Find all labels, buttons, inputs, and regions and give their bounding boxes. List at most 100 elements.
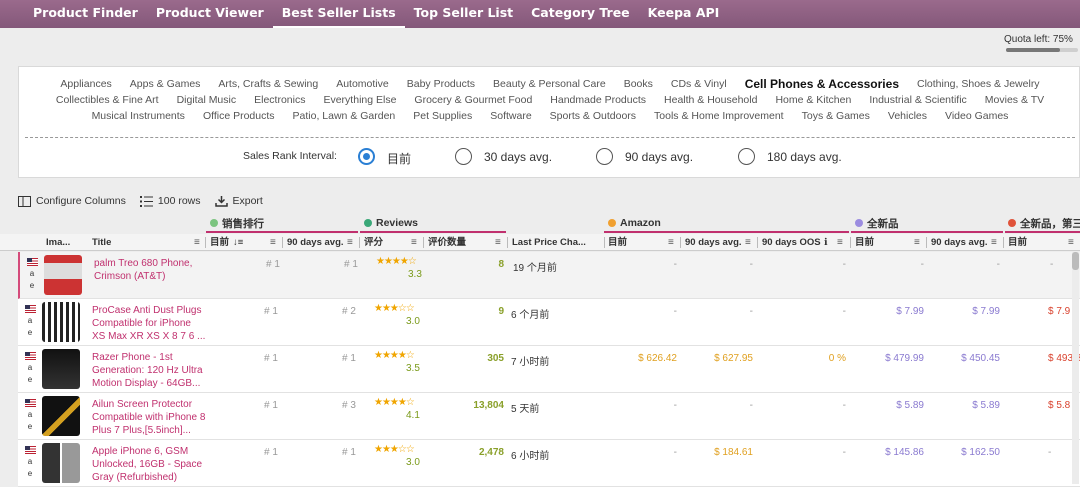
amazon-icon[interactable]: a: [28, 363, 32, 372]
category-link[interactable]: Toys & Games: [802, 109, 870, 123]
category-link[interactable]: Vehicles: [888, 109, 927, 123]
amazon-icon[interactable]: a: [28, 316, 32, 325]
product-image[interactable]: [42, 349, 80, 389]
category-link[interactable]: Beauty & Personal Care: [493, 77, 606, 91]
product-image[interactable]: [42, 302, 80, 342]
nav-best-seller-lists[interactable]: Best Seller Lists: [272, 0, 405, 28]
amazon-icon[interactable]: a: [28, 457, 32, 466]
col-new-current[interactable]: 目前: [855, 234, 874, 251]
ebay-icon[interactable]: e: [28, 375, 32, 384]
category-link[interactable]: Arts, Crafts & Sewing: [218, 77, 318, 91]
amazon-icon[interactable]: a: [28, 410, 32, 419]
category-link[interactable]: Health & Household: [664, 93, 757, 107]
product-title-link[interactable]: palm Treo 680 Phone, Crimson (AT&T): [94, 257, 209, 296]
product-image[interactable]: [42, 396, 80, 436]
nav-product-finder[interactable]: Product Finder: [24, 0, 147, 28]
category-link[interactable]: Books: [624, 77, 653, 91]
category-link[interactable]: Collectibles & Fine Art: [56, 93, 159, 107]
product-title-link[interactable]: Razer Phone - 1st Generation: 120 Hz Ult…: [92, 351, 207, 390]
category-link[interactable]: Industrial & Scientific: [869, 93, 966, 107]
amazon-icon[interactable]: a: [30, 269, 34, 278]
col-amazon-oos-menu-icon[interactable]: ≡: [837, 234, 843, 251]
category-link[interactable]: Cell Phones & Accessories: [745, 77, 899, 91]
category-link[interactable]: CDs & Vinyl: [671, 77, 727, 91]
col-amazon-avg90-menu-icon[interactable]: ≡: [745, 234, 751, 251]
col-new-current-menu-icon[interactable]: ≡: [914, 234, 920, 251]
nav-keepa-api[interactable]: Keepa API: [639, 0, 729, 28]
col-sales-rank-menu-icon[interactable]: ≡: [270, 234, 276, 251]
col-amazon-current[interactable]: 目前: [608, 234, 627, 251]
category-link[interactable]: Electronics: [254, 93, 305, 107]
radio-90-days-label[interactable]: 90 days avg.: [625, 150, 693, 164]
radio-30-days[interactable]: [455, 148, 472, 165]
category-link[interactable]: Apps & Games: [130, 77, 201, 91]
product-image[interactable]: [44, 255, 82, 295]
category-link[interactable]: Tools & Home Improvement: [654, 109, 784, 123]
scrollbar[interactable]: [1072, 252, 1079, 484]
nav-product-viewer[interactable]: Product Viewer: [147, 0, 273, 28]
ebay-icon[interactable]: e: [28, 422, 32, 431]
product-title-link[interactable]: ProCase Anti Dust Plugs Compatible for i…: [92, 304, 207, 343]
category-link[interactable]: Movies & TV: [985, 93, 1044, 107]
radio-current[interactable]: [358, 148, 375, 165]
category-link[interactable]: Automotive: [336, 77, 389, 91]
category-link[interactable]: Video Games: [945, 109, 1008, 123]
category-link[interactable]: Clothing, Shoes & Jewelry: [917, 77, 1040, 91]
category-link[interactable]: Handmade Products: [550, 93, 646, 107]
nav-top-seller-list[interactable]: Top Seller List: [405, 0, 522, 28]
table-row[interactable]: a e palm Treo 680 Phone, Crimson (AT&T) …: [18, 252, 1080, 299]
radio-180-days[interactable]: [738, 148, 755, 165]
product-image[interactable]: [42, 443, 80, 483]
sort-desc-icon[interactable]: ↓≡: [233, 234, 243, 251]
category-link[interactable]: Baby Products: [407, 77, 475, 91]
category-link[interactable]: Pet Supplies: [413, 109, 472, 123]
col-amazon-current-menu-icon[interactable]: ≡: [668, 234, 674, 251]
table-row[interactable]: a e Razer Phone - 1st Generation: 120 Hz…: [18, 346, 1080, 393]
category-link[interactable]: Everything Else: [323, 93, 396, 107]
table-row[interactable]: a e ProCase Anti Dust Plugs Compatible f…: [18, 299, 1080, 346]
category-link[interactable]: Musical Instruments: [92, 109, 185, 123]
col-review-count-menu-icon[interactable]: ≡: [495, 234, 501, 251]
category-link[interactable]: Home & Kitchen: [775, 93, 851, 107]
nav-category-tree[interactable]: Category Tree: [522, 0, 639, 28]
radio-30-days-label[interactable]: 30 days avg.: [484, 150, 552, 164]
export-button[interactable]: Export: [214, 195, 263, 207]
col-title-menu-icon[interactable]: ≡: [194, 234, 200, 251]
col-sales-rank-current[interactable]: 目前: [210, 234, 229, 251]
col-title[interactable]: Title: [92, 234, 111, 251]
rows-per-page-button[interactable]: 100 rows: [139, 195, 201, 207]
ebay-icon[interactable]: e: [28, 469, 32, 478]
col-last-price-change[interactable]: Last Price Cha...: [512, 234, 598, 251]
category-link[interactable]: Sports & Outdoors: [550, 109, 636, 123]
ebay-icon[interactable]: e: [30, 281, 34, 290]
table-row[interactable]: a e Ailun Screen Protector Compatible wi…: [18, 393, 1080, 440]
category-link[interactable]: Software: [490, 109, 531, 123]
radio-180-days-label[interactable]: 180 days avg.: [767, 150, 842, 164]
col-sales-rank-avg90-menu-icon[interactable]: ≡: [347, 234, 353, 251]
col-review-count[interactable]: 评价数量: [428, 234, 466, 251]
col-sales-rank-avg90[interactable]: 90 days avg.: [287, 234, 344, 251]
col-rating[interactable]: 评分: [364, 234, 383, 251]
category-link[interactable]: Office Products: [203, 109, 275, 123]
info-icon[interactable]: ℹ: [824, 234, 828, 251]
radio-current-label[interactable]: 目前: [387, 150, 411, 167]
scrollbar-thumb[interactable]: [1072, 252, 1079, 270]
table-row[interactable]: a e Apple iPhone 6, GSM Unlocked, 16GB -…: [18, 440, 1080, 487]
product-title-link[interactable]: Apple iPhone 6, GSM Unlocked, 16GB - Spa…: [92, 445, 207, 484]
product-title-link[interactable]: Ailun Screen Protector Compatible with i…: [92, 398, 207, 437]
category-link[interactable]: Digital Music: [177, 93, 237, 107]
ebay-icon[interactable]: e: [28, 328, 32, 337]
col-image[interactable]: Ima...: [46, 234, 70, 251]
col-rating-menu-icon[interactable]: ≡: [411, 234, 417, 251]
configure-columns-button[interactable]: Configure Columns: [18, 195, 126, 207]
col-new-avg90-menu-icon[interactable]: ≡: [991, 234, 997, 251]
col-new-third-current[interactable]: 目前: [1008, 234, 1027, 251]
category-link[interactable]: Grocery & Gourmet Food: [414, 93, 532, 107]
radio-90-days[interactable]: [596, 148, 613, 165]
col-new-avg90[interactable]: 90 days avg.: [931, 234, 988, 251]
col-amazon-avg90[interactable]: 90 days avg.: [685, 234, 742, 251]
col-new-third-menu-icon[interactable]: ≡: [1068, 234, 1074, 251]
category-link[interactable]: Appliances: [60, 77, 111, 91]
col-amazon-oos[interactable]: 90 days OOS: [762, 234, 821, 251]
category-link[interactable]: Patio, Lawn & Garden: [293, 109, 396, 123]
